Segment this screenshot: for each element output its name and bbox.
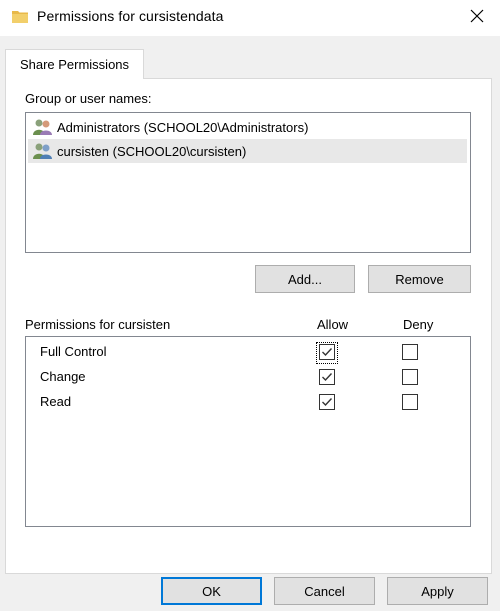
check-icon	[322, 348, 333, 357]
permission-row-read: Read	[40, 392, 460, 414]
user-listbox[interactable]: Administrators (SCHOOL20\Administrators)…	[25, 112, 471, 253]
list-item-administrators[interactable]: Administrators (SCHOOL20\Administrators)	[28, 115, 467, 139]
window-title: Permissions for cursistendata	[37, 8, 224, 24]
title-bar[interactable]: Permissions for cursistendata	[0, 0, 500, 36]
permission-name: Full Control	[40, 344, 107, 359]
permission-name: Change	[40, 369, 86, 384]
allow-full-control-checkbox[interactable]	[319, 344, 335, 360]
close-icon	[470, 9, 484, 26]
permission-name: Read	[40, 394, 72, 409]
permission-row-change: Change	[40, 367, 460, 389]
permissions-dialog: Permissions for cursistendata Share Perm…	[0, 0, 500, 611]
close-button[interactable]	[454, 0, 500, 34]
deny-full-control-checkbox[interactable]	[402, 344, 418, 360]
remove-button[interactable]: Remove	[368, 265, 471, 293]
deny-change-checkbox[interactable]	[402, 369, 418, 385]
group-user-names-label: Group or user names:	[25, 91, 152, 106]
deny-column-header: Deny	[403, 317, 434, 332]
user-group-icon	[32, 118, 54, 136]
cancel-button[interactable]: Cancel	[274, 577, 375, 605]
list-item-cursisten[interactable]: cursisten (SCHOOL20\cursisten)	[28, 139, 467, 163]
permission-row-full-control: Full Control	[40, 342, 460, 364]
allow-change-checkbox[interactable]	[319, 369, 335, 385]
user-name: Administrators (SCHOOL20\Administrators)	[57, 119, 309, 135]
allow-read-checkbox[interactable]	[319, 394, 335, 410]
share-permissions-panel: Group or user names: Administrators (SCH…	[5, 78, 492, 574]
dialog-body: Share Permissions Group or user names: A…	[0, 36, 500, 611]
user-group-icon	[32, 142, 54, 160]
allow-column-header: Allow	[317, 317, 349, 332]
permissions-for-label: Permissions for cursisten	[25, 317, 171, 332]
tab-label: Share Permissions	[19, 57, 130, 72]
permissions-listbox: Full Control Change Read	[25, 336, 471, 527]
check-icon	[322, 373, 333, 382]
folder-icon	[12, 9, 28, 23]
deny-read-checkbox[interactable]	[402, 394, 418, 410]
tab-share-permissions[interactable]: Share Permissions	[5, 49, 144, 79]
ok-button[interactable]: OK	[161, 577, 262, 605]
user-name: cursisten (SCHOOL20\cursisten)	[57, 143, 247, 159]
check-icon	[322, 398, 333, 407]
apply-button[interactable]: Apply	[387, 577, 488, 605]
add-button[interactable]: Add...	[255, 265, 355, 293]
